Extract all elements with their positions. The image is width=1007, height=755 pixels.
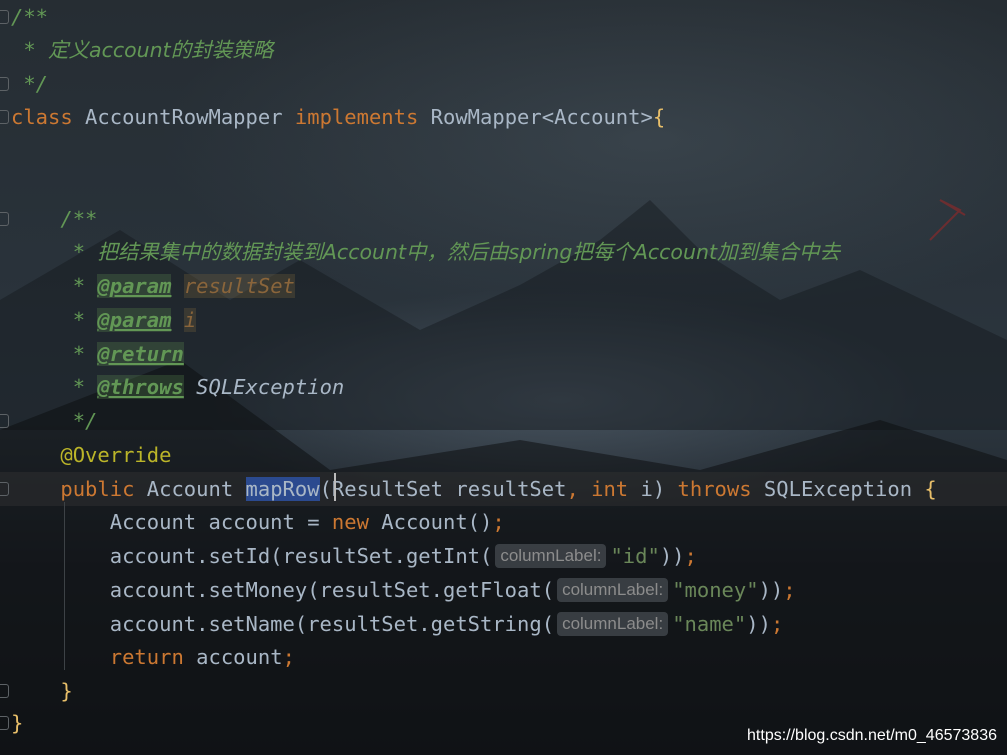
code-token: throws xyxy=(677,477,752,501)
parameter-hint: columnLabel: xyxy=(495,544,607,568)
text-caret xyxy=(334,473,336,501)
code-line-17[interactable]: account.setId(resultSet.getInt(columnLab… xyxy=(0,539,1007,573)
code-token: /** xyxy=(11,207,98,231)
fold-marker-icon[interactable] xyxy=(0,716,9,730)
code-token: SQLException xyxy=(183,375,345,399)
code-token: resultSet xyxy=(183,274,295,298)
code-token: @param xyxy=(97,308,172,332)
fold-marker-icon[interactable] xyxy=(0,77,9,91)
code-line-19[interactable]: account.setName(resultSet.getString(colu… xyxy=(0,607,1007,641)
code-line-14[interactable]: @Override xyxy=(0,438,1007,472)
fold-marker-icon[interactable] xyxy=(0,212,9,226)
code-line-9[interactable]: * @param resultSet xyxy=(0,269,1007,303)
code-line-1[interactable]: /** xyxy=(0,0,1007,34)
code-token: "money" xyxy=(672,578,759,602)
parameter-hint: columnLabel: xyxy=(557,612,669,636)
code-token: @Override xyxy=(60,443,172,467)
code-line-11[interactable]: * @return xyxy=(0,337,1007,371)
code-line-6[interactable] xyxy=(0,168,1007,202)
code-line-16[interactable]: Account account = new Account(); xyxy=(0,505,1007,539)
code-line-4[interactable]: class AccountRowMapper implements RowMap… xyxy=(0,100,1007,134)
code-token: } xyxy=(60,679,73,703)
code-token: "id" xyxy=(610,544,660,568)
code-token: { xyxy=(924,477,937,501)
code-token: "name" xyxy=(672,612,747,636)
code-token: mapRow xyxy=(245,477,320,501)
code-token: new xyxy=(331,510,369,534)
code-token: * xyxy=(11,38,49,62)
code-token: @return xyxy=(97,342,184,366)
code-token: class xyxy=(11,105,73,129)
indent-guide xyxy=(64,502,65,670)
code-token: * xyxy=(11,375,98,399)
code-token: public xyxy=(60,477,135,501)
code-token: ; xyxy=(684,544,697,568)
code-token: i xyxy=(183,308,197,332)
code-token: implements xyxy=(294,105,419,129)
code-line-2[interactable]: * 定义account的封装策略 xyxy=(0,33,1007,67)
code-token: RowMapper<Account> xyxy=(418,105,653,129)
code-token: (ResultSet resultSet xyxy=(319,477,567,501)
code-line-12[interactable]: * @throws SQLException xyxy=(0,370,1007,404)
fold-marker-icon[interactable] xyxy=(0,684,9,698)
code-token: Account() xyxy=(368,510,493,534)
code-token: * xyxy=(11,274,98,298)
code-token: account.setName(resultSet.getString( xyxy=(11,612,555,636)
code-token: int xyxy=(591,477,629,501)
code-token: * xyxy=(11,240,98,264)
code-token: Account account = xyxy=(11,510,332,534)
code-line-3[interactable]: */ xyxy=(0,67,1007,101)
code-token: } xyxy=(11,711,24,735)
code-token: account.setId(resultSet.getInt( xyxy=(11,544,493,568)
code-token: i) xyxy=(628,477,678,501)
code-token: )) xyxy=(746,612,771,636)
code-token: ; xyxy=(492,510,505,534)
code-token: * xyxy=(11,342,98,366)
code-token: ; xyxy=(783,578,796,602)
code-token: account xyxy=(183,645,283,669)
code-line-13[interactable]: */ xyxy=(0,404,1007,438)
code-token: */ xyxy=(11,72,49,96)
code-line-20[interactable]: return account; xyxy=(0,640,1007,674)
code-token: SQLException xyxy=(751,477,925,501)
code-token: */ xyxy=(11,409,98,433)
code-line-10[interactable]: * @param i xyxy=(0,303,1007,337)
code-token: * xyxy=(11,308,98,332)
code-token: /** xyxy=(11,5,49,29)
fold-marker-icon[interactable] xyxy=(0,110,9,124)
code-token: Account xyxy=(134,477,246,501)
code-token: , xyxy=(566,477,592,501)
code-line-8[interactable]: * 把结果集中的数据封装到Account中，然后由spring把每个Accoun… xyxy=(0,235,1007,269)
code-line-7[interactable]: /** xyxy=(0,202,1007,236)
code-token: { xyxy=(652,105,666,129)
fold-marker-icon[interactable] xyxy=(0,414,9,428)
code-line-5[interactable] xyxy=(0,134,1007,168)
code-token: @param xyxy=(97,274,172,298)
code-token: account.setMoney(resultSet.getFloat( xyxy=(11,578,555,602)
code-token: )) xyxy=(659,544,685,568)
fold-marker-icon[interactable] xyxy=(0,10,9,24)
code-token: )) xyxy=(758,578,784,602)
code-token: ; xyxy=(282,645,295,669)
code-line-21[interactable]: } xyxy=(0,674,1007,708)
code-line-15[interactable]: public Account mapRow(ResultSet resultSe… xyxy=(0,472,1007,506)
fold-marker-icon[interactable] xyxy=(0,482,9,496)
code-token: 把结果集中的数据封装到Account中，然后由spring把每个Account加… xyxy=(97,240,840,264)
code-line-18[interactable]: account.setMoney(resultSet.getFloat(colu… xyxy=(0,573,1007,607)
code-token: @throws xyxy=(97,375,184,399)
parameter-hint: columnLabel: xyxy=(557,578,669,602)
watermark-url: https://blog.csdn.net/m0_46573836 xyxy=(747,727,997,744)
code-token: ; xyxy=(770,612,784,636)
code-token: return xyxy=(109,645,184,669)
code-token: 定义account的封装策略 xyxy=(48,38,274,62)
code-token: AccountRowMapper xyxy=(72,105,295,129)
